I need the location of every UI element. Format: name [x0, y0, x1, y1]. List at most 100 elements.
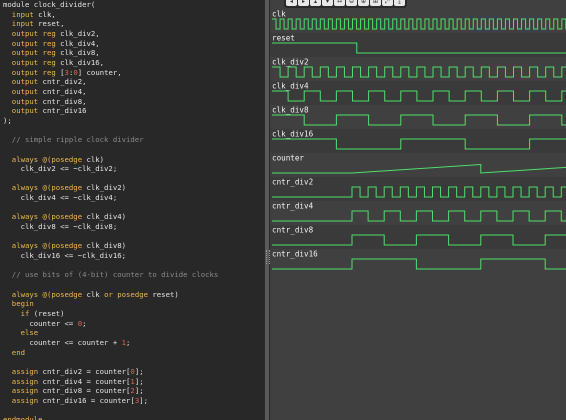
code-token: ];: [139, 395, 149, 405]
signal-label-clk[interactable]: clk: [272, 10, 286, 19]
code-token: begin: [11, 299, 34, 309]
code-line: );: [3, 116, 264, 126]
toolbar-button-icon[interactable]: ▴: [310, 0, 321, 6]
code-line: counter <= counter + 1;: [3, 338, 264, 348]
code-token: assign: [11, 366, 39, 376]
code-token: output reg: [11, 48, 56, 58]
code-line: output reg clk_div8,: [3, 48, 264, 58]
signal-label-cntr_div8[interactable]: cntr_div8: [272, 226, 314, 235]
code-line: always @(posedge clk_div2): [3, 183, 264, 193]
code-line: input clk,: [3, 10, 264, 20]
code-token: clk: [82, 289, 105, 299]
code-token: clk,: [33, 9, 56, 19]
code-line: output cntr_div2,: [3, 77, 264, 87]
code-line: output reg clk_div4,: [3, 39, 264, 49]
signal-label-clk_div16[interactable]: clk_div16: [272, 130, 314, 139]
waveform-trace-clk: [272, 18, 566, 30]
code-line: end: [3, 348, 264, 358]
signal-label-counter[interactable]: counter: [272, 154, 304, 163]
toolbar-button-icon[interactable]: ⊞: [370, 0, 381, 6]
code-token: always @(posedge: [11, 212, 83, 222]
code-editor[interactable]: module clock_divider( input clk, input r…: [0, 0, 264, 420]
code-token: always @(posedge: [11, 183, 83, 193]
code-line: if (reset): [3, 309, 264, 319]
toolbar-button-icon[interactable]: ⊕: [358, 0, 369, 6]
code-token: assign: [11, 395, 39, 405]
code-token: counter <=: [3, 318, 78, 328]
toolbar-button-icon[interactable]: ⤢: [382, 0, 393, 6]
code-line: always @(posedge clk or posedge reset): [3, 290, 264, 300]
code-line: output cntr_div16: [3, 106, 264, 116]
code-token: endmodule: [3, 415, 43, 420]
waveform-trace-cntr_div4: [272, 210, 566, 222]
signal-label-clk_div2[interactable]: clk_div2: [272, 58, 309, 67]
toolbar-button-icon[interactable]: ↔: [334, 0, 345, 6]
waveform-toolbar: ◂ ▸ ▴ ▾ ↔ ⊖ ⊕ ⊞ ⤢ ⤓: [284, 0, 407, 8]
code-line: always @(posedge clk_div8): [3, 241, 264, 251]
code-token: assign: [11, 386, 39, 396]
signal-label-reset[interactable]: reset: [272, 34, 295, 43]
code-token: else: [20, 328, 39, 338]
code-token: ] counter,: [77, 67, 122, 77]
code-token: always @(posedge: [11, 154, 83, 164]
toolbar-button-icon[interactable]: ⤓: [394, 0, 405, 6]
code-token: );: [3, 115, 12, 125]
code-token: // simple ripple clock divider: [11, 135, 144, 145]
signal-label-clk_div4[interactable]: clk_div4: [272, 82, 309, 91]
code-token: ;: [126, 337, 131, 347]
code-token: cntr_div16 = counter[: [38, 395, 135, 405]
code-token: ];: [134, 366, 144, 376]
waveform-trace-clk_div2: [272, 66, 566, 78]
code-line: assign cntr_div16 = counter[3];: [3, 396, 264, 406]
code-line: clk_div8 <= ~clk_div8;: [3, 222, 264, 232]
code-line: always @(posedge clk): [3, 155, 264, 165]
code-token: output: [11, 106, 39, 116]
signal-label-cntr_div16[interactable]: cntr_div16: [272, 250, 318, 259]
code-token: clk_div2): [82, 183, 127, 193]
code-line: always @(posedge clk_div4): [3, 212, 264, 222]
waveform-viewer[interactable]: clk reset clk_div2 clk_div4 clk_div8 clk_div1…: [270, 0, 566, 420]
waveform-trace-clk_div8: [272, 114, 566, 126]
signal-label-cntr_div4[interactable]: cntr_div4: [272, 202, 314, 211]
signal-label-clk_div8[interactable]: clk_div8: [272, 106, 309, 115]
code-token: clk_div2 <= ~clk_div2;: [3, 164, 118, 174]
toolbar-button-icon[interactable]: ▸: [298, 0, 309, 6]
code-line: assign cntr_div8 = counter[2];: [3, 386, 264, 396]
toolbar-button-icon[interactable]: ◂: [286, 0, 297, 6]
code-token: or posedge: [104, 289, 148, 299]
code-token: clk_div4,: [55, 38, 100, 48]
code-token: output reg: [11, 38, 56, 48]
code-token: cntr_div8,: [38, 96, 87, 106]
code-token: output reg: [11, 28, 56, 38]
code-token: clk_div16,: [55, 57, 105, 67]
code-line: else: [3, 328, 264, 338]
signal-label-cntr_div2[interactable]: cntr_div2: [272, 178, 313, 187]
code-token: clk_div4 <= ~clk_div4;: [3, 193, 118, 203]
code-token: output reg: [11, 67, 56, 77]
toolbar-button-icon[interactable]: ⊖: [346, 0, 357, 6]
code-token: cntr_div16: [38, 106, 87, 116]
verilog-source[interactable]: module clock_divider( input clk, input r…: [0, 0, 264, 420]
code-line: begin: [3, 299, 264, 309]
code-line: clk_div2 <= ~clk_div2;: [3, 164, 264, 174]
toolbar-button-icon[interactable]: ▾: [322, 0, 333, 6]
